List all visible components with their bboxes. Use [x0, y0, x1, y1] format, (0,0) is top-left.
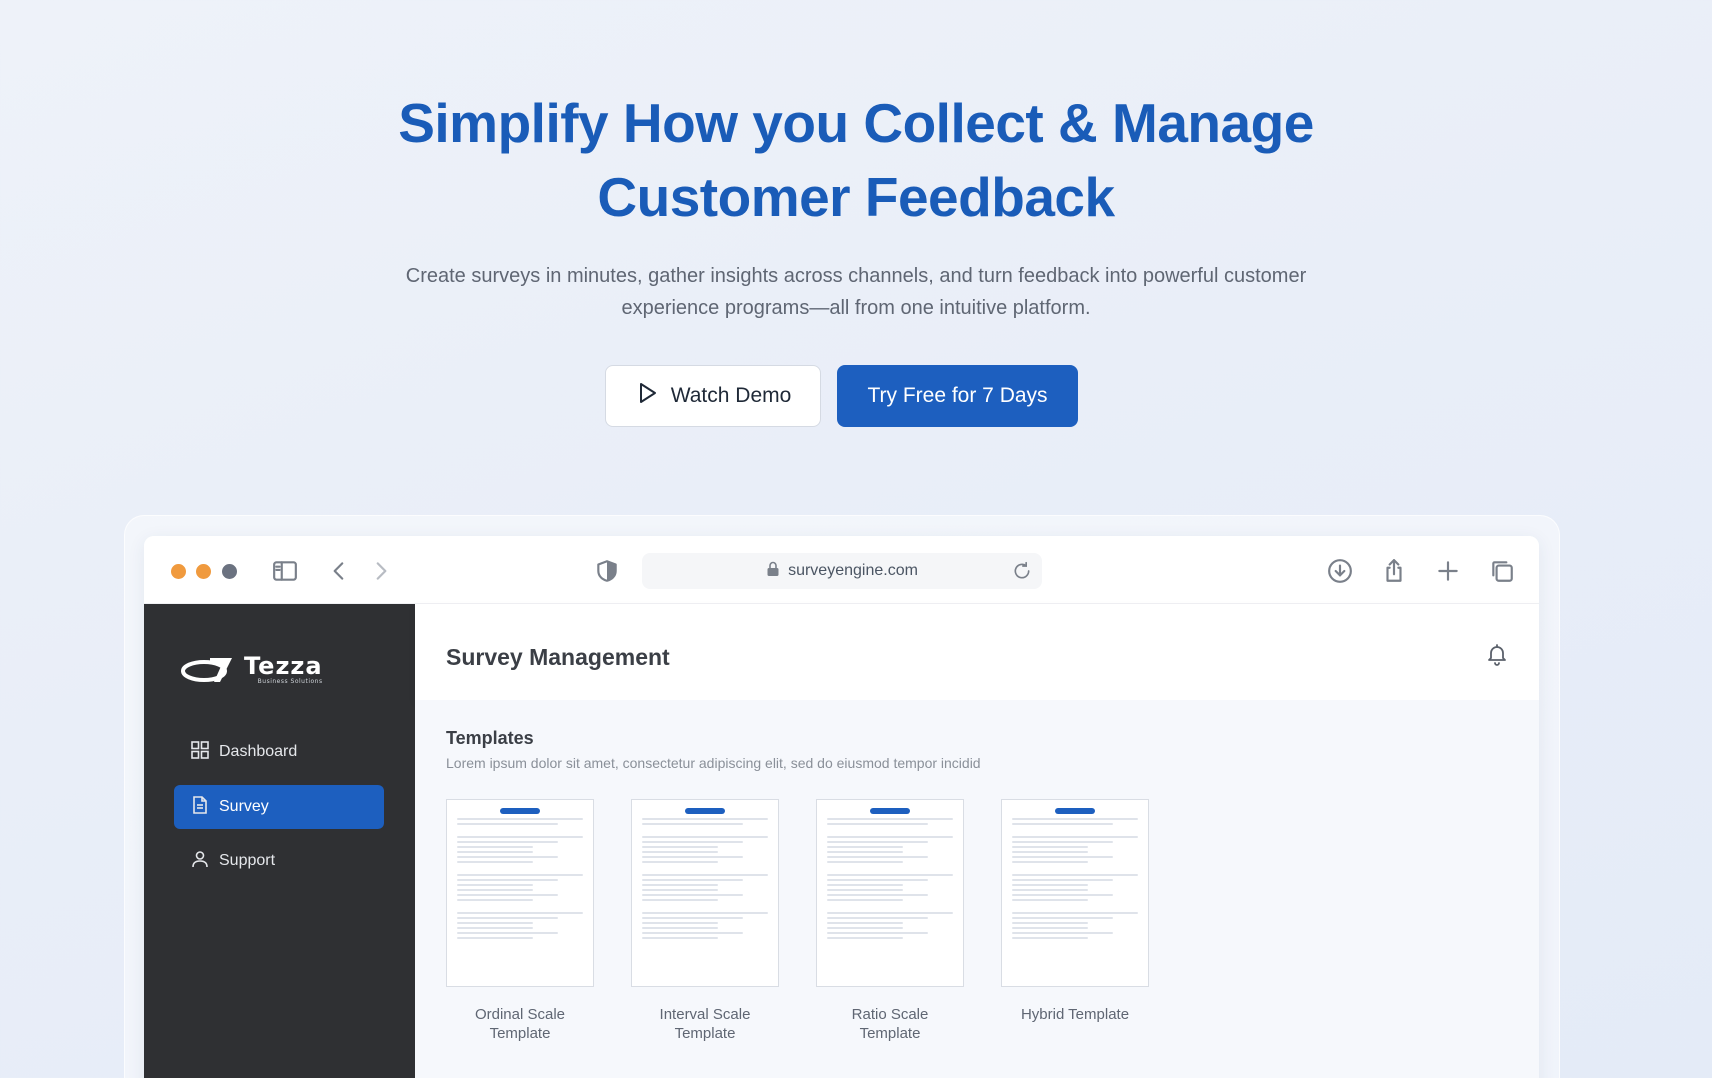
template-caption: Ordinal Scale Template: [446, 1005, 594, 1043]
template-preview[interactable]: [631, 799, 779, 987]
tezza-logo: Tezza Business Solutions: [180, 652, 323, 685]
address-bar[interactable]: surveyengine.com: [642, 553, 1042, 589]
watch-demo-button[interactable]: Watch Demo: [605, 365, 821, 427]
sidebar-item-label: Support: [219, 852, 276, 869]
templates-section: Templates Lorem ipsum dolor sit amet, co…: [415, 700, 1539, 1078]
maximize-window-dot[interactable]: [222, 564, 237, 579]
browser-toolbar: surveyengine.com: [144, 536, 1539, 604]
download-icon[interactable]: [1325, 556, 1355, 586]
template-card-interval[interactable]: Interval Scale Template: [631, 799, 779, 1043]
templates-description: Lorem ipsum dolor sit amet, consectetur …: [446, 755, 981, 771]
template-caption-line2: Template: [489, 1025, 551, 1042]
template-caption-line2: Template: [859, 1025, 921, 1042]
sidebar-item-label: Dashboard: [219, 743, 298, 760]
hero-title-line-2: Customer Feedback: [597, 166, 1115, 228]
brand-name-text: Tezza: [244, 652, 323, 680]
sidebar-item-survey[interactable]: Survey: [174, 785, 384, 829]
content-header: Survey Management: [415, 604, 1539, 700]
template-caption-line2: Template: [674, 1025, 736, 1042]
template-preview[interactable]: [446, 799, 594, 987]
play-icon: [635, 381, 659, 411]
grid-icon: [191, 740, 209, 764]
hero-title-line-1: Simplify How you Collect & Manage: [398, 92, 1314, 154]
hero-subtitle: Create surveys in minutes, gather insigh…: [405, 265, 1307, 319]
new-tab-plus-icon[interactable]: [1433, 556, 1463, 586]
forward-arrow-icon[interactable]: [366, 556, 396, 586]
template-caption-line1: Ordinal Scale: [474, 1006, 566, 1023]
page-title: Survey Management: [446, 644, 670, 670]
template-preview[interactable]: [816, 799, 964, 987]
lock-icon: [766, 561, 780, 582]
sidebar-item-support[interactable]: Support: [174, 839, 384, 883]
shield-icon[interactable]: [592, 556, 622, 586]
notification-bell-icon[interactable]: [1485, 642, 1509, 671]
close-window-dot[interactable]: [171, 564, 186, 579]
back-arrow-icon[interactable]: [324, 556, 354, 586]
template-caption: Interval Scale Template: [631, 1005, 779, 1043]
template-caption: Hybrid Template: [1001, 1005, 1149, 1024]
preview-logo: [642, 808, 768, 814]
share-icon[interactable]: [1379, 556, 1409, 586]
preview-logo: [827, 808, 953, 814]
template-card-ratio[interactable]: Ratio Scale Template: [816, 799, 964, 1043]
app-sidebar: Tezza Business Solutions Dashboard Surve…: [144, 604, 415, 1078]
tabs-overview-icon[interactable]: [1487, 556, 1517, 586]
template-caption: Ratio Scale Template: [816, 1005, 964, 1043]
template-card-ordinal[interactable]: Ordinal Scale Template: [446, 799, 594, 1043]
template-preview[interactable]: [1001, 799, 1149, 987]
sidebar-item-dashboard[interactable]: Dashboard: [174, 730, 384, 774]
sidebar-toggle-icon[interactable]: [270, 556, 300, 586]
hero-title: Simplify How you Collect & Manage Custom…: [0, 86, 1712, 234]
watch-demo-label: Watch Demo: [670, 384, 792, 407]
browser-window: surveyengine.com Tezza Business Solution…: [144, 536, 1539, 1078]
preview-logo: [457, 808, 583, 814]
document-icon: [191, 795, 209, 819]
template-caption-line1: Ratio Scale: [851, 1006, 929, 1023]
tezza-logo-icon: [181, 657, 232, 682]
template-card-hybrid[interactable]: Hybrid Template: [1001, 799, 1149, 1024]
template-caption-line1: Hybrid Template: [1020, 1006, 1130, 1023]
try-free-button[interactable]: Try Free for 7 Days: [837, 365, 1078, 427]
preview-logo: [1012, 808, 1138, 814]
sidebar-item-label: Survey: [219, 798, 269, 815]
templates-title: Templates: [446, 728, 534, 748]
brand-name: Tezza Business Solutions: [244, 652, 323, 685]
try-free-label: Try Free for 7 Days: [867, 384, 1048, 407]
user-icon: [191, 850, 209, 873]
url-text: surveyengine.com: [788, 562, 918, 579]
reload-icon[interactable]: [1012, 561, 1032, 586]
minimize-window-dot[interactable]: [196, 564, 211, 579]
template-caption-line1: Interval Scale: [659, 1006, 751, 1023]
